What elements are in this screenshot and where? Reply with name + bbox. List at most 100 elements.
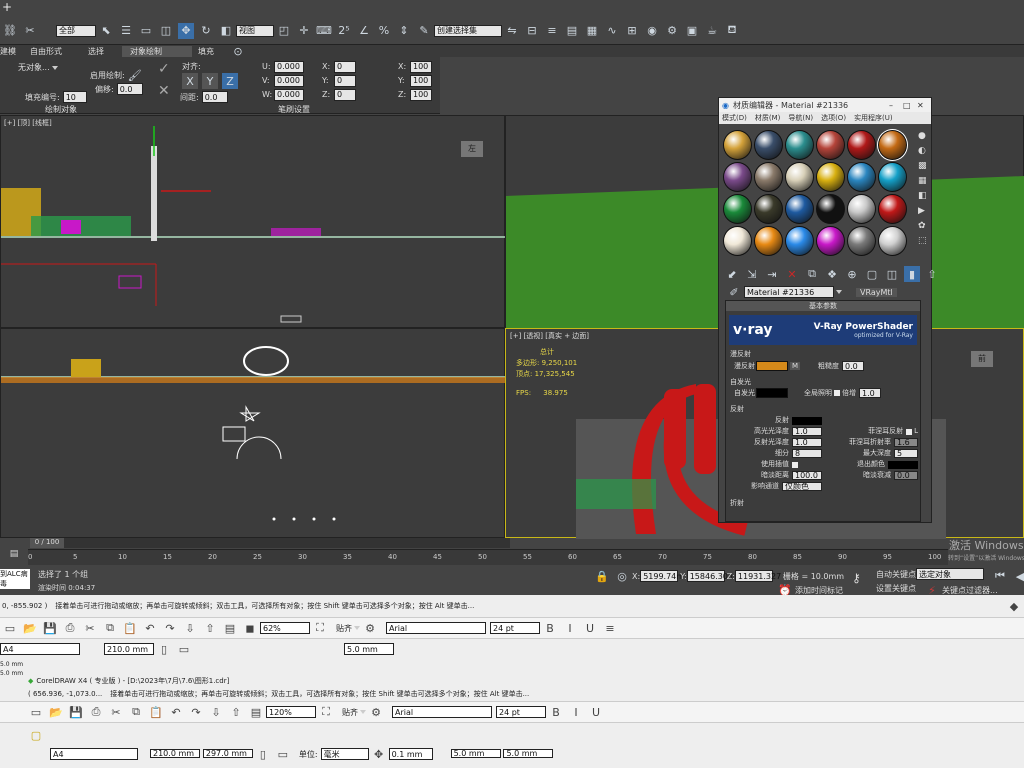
cancel-x-icon[interactable]: ✕ [158,83,170,99]
hl-gloss-field[interactable]: 1.0 [792,427,822,436]
put-to-scene-icon[interactable]: ⇲ [744,266,760,282]
material-name-dropdown[interactable] [836,290,842,294]
angle-snap-icon[interactable]: ∠ [356,23,372,39]
uv-tiling-icon[interactable]: ▦ [918,174,932,189]
render-setup-icon[interactable]: ⚙ [664,23,680,39]
material-sample-slot[interactable] [847,194,876,224]
cd1-italic-icon[interactable]: I [562,620,578,636]
coord-x-field[interactable]: 5199.74m [640,570,684,582]
u-field[interactable]: 0.000 [274,61,304,73]
get-material-icon[interactable]: ⬋ [724,266,740,282]
named-selection-combo[interactable]: 创建选择集 [434,24,502,37]
video-color-icon[interactable]: ◧ [918,189,932,204]
timeline-marker-icon[interactable]: ▤ [2,549,26,565]
material-sample-slot[interactable] [878,162,907,192]
w-field[interactable]: 0.000 [274,89,304,101]
cd1-paste-icon[interactable]: 📋 [122,620,138,636]
go-to-parent-icon[interactable]: ⇧ [924,266,940,282]
cd2-import-icon[interactable]: ⇩ [208,704,224,720]
material-sample-slot[interactable] [816,130,845,160]
edit-named-sel-icon[interactable]: ✎ [416,23,432,39]
material-sample-slot[interactable] [785,130,814,160]
v-field[interactable]: 0.000 [274,75,304,87]
rotate-icon[interactable]: ↻ [198,23,214,39]
move-icon[interactable]: ✥ [178,22,194,39]
refl-gloss-field[interactable]: 1.0 [792,438,822,447]
reflect-swatch[interactable] [792,416,822,425]
layer-icon[interactable]: ≡ [544,23,560,39]
spacing-field[interactable]: 0.0 [201,91,228,103]
snaps-toggle-icon[interactable]: 2⁵ [336,23,352,39]
mat-options-icon[interactable]: ✿ [918,219,932,234]
unlink-icon[interactable]: ✂ [22,23,38,39]
cd2-redo-icon[interactable]: ↷ [188,704,204,720]
material-sample-slot[interactable] [785,194,814,224]
material-type-button[interactable]: VRayMtl [856,287,897,297]
make-copy-icon[interactable]: ⧉ [804,266,820,282]
cd1-snap-label[interactable]: 贴齐 [336,623,352,634]
diffuse-color-swatch[interactable] [756,361,788,371]
axis-x-button[interactable]: X [182,73,198,89]
cd1-paper-select[interactable]: A4 [0,643,80,655]
viewport-front[interactable] [0,328,506,538]
spinner-snap-icon[interactable]: ⇕ [396,23,412,39]
cd1-new-icon[interactable]: ▭ [2,620,18,636]
material-sample-slot[interactable] [754,130,783,160]
cd1-export-icon[interactable]: ⇧ [202,620,218,636]
go-to-start-icon[interactable]: ⏮ [992,568,1008,584]
material-sample-slot[interactable] [754,162,783,192]
menu-material[interactable]: 材质(M) [755,113,781,123]
cd2-cut-icon[interactable]: ✂ [108,704,124,720]
ribbon-tab-populate[interactable]: 填充 [198,46,228,57]
toggle-ribbon-icon[interactable]: ▦ [584,23,600,39]
material-sample-slot[interactable] [847,130,876,160]
reset-map-icon[interactable]: ✕ [784,266,800,282]
ribbon-tab-selection[interactable]: 选择 [88,46,122,57]
cd1-save-icon[interactable]: 💾 [42,620,58,636]
ribbon-tab-modeling[interactable]: 建模 [0,46,30,57]
material-sample-slot[interactable] [878,194,907,224]
cd1-undo-icon[interactable]: ↶ [142,620,158,636]
material-name-field[interactable]: Material #21336 [744,286,834,298]
background-icon[interactable]: ▩ [918,159,932,174]
material-sample-slot[interactable] [723,226,752,256]
cd2-dup-h-field[interactable]: 5.0 mm [450,749,501,758]
show-end-result-icon[interactable]: ▮ [904,266,920,282]
cd2-copy-icon[interactable]: ⧉ [128,704,144,720]
scale-z-field[interactable]: 100 [410,89,432,101]
material-sample-slot[interactable] [878,226,907,256]
material-sample-slot[interactable] [847,162,876,192]
cd1-portrait-icon[interactable]: ▯ [156,641,172,657]
y-field[interactable]: 0 [334,75,356,87]
material-sample-slot[interactable] [723,162,752,192]
material-sample-slot[interactable] [847,226,876,256]
cd2-options-icon[interactable]: ⚙ [368,704,384,720]
cd2-height-field[interactable]: 297.0 mm [202,749,253,758]
cd2-open-icon[interactable]: 📂 [48,704,64,720]
cd2-bold-icon[interactable]: B [548,704,564,720]
material-sample-slot[interactable] [816,226,845,256]
keyboard-shortcut-icon[interactable]: ⌨ [316,23,332,39]
axis-z-button[interactable]: Z [222,73,238,89]
x-field[interactable]: 0 [334,61,356,73]
cd1-import-icon[interactable]: ⇩ [182,620,198,636]
window-crossing-icon[interactable]: ◫ [158,23,174,39]
cd1-bold-icon[interactable]: B [542,620,558,636]
assign-material-icon[interactable]: ⇥ [764,266,780,282]
cd1-print-icon[interactable]: ⎙ [62,620,78,636]
render-iterative-icon[interactable]: ⛾ [724,23,740,39]
put-to-library-icon[interactable]: ⊕ [844,266,860,282]
z-field[interactable]: 0 [334,89,356,101]
paint-object-name[interactable]: 无对象... [18,62,50,73]
cd1-cut-icon[interactable]: ✂ [82,620,98,636]
isolate-icon[interactable]: ◎ [614,568,630,584]
scale-y-field[interactable]: 100 [410,75,432,87]
cd2-width-field[interactable]: 210.0 mm [150,749,200,758]
cd1-size-select[interactable]: 24 pt [490,622,540,634]
exit-color-swatch[interactable] [888,460,918,469]
schematic-view-icon[interactable]: ⊞ [624,23,640,39]
material-sample-slot[interactable] [816,194,845,224]
material-editor-icon[interactable]: ◉ [644,23,660,39]
time-slider[interactable]: 0 / 100 [30,538,510,548]
rendered-frame-icon[interactable]: ▣ [684,23,700,39]
